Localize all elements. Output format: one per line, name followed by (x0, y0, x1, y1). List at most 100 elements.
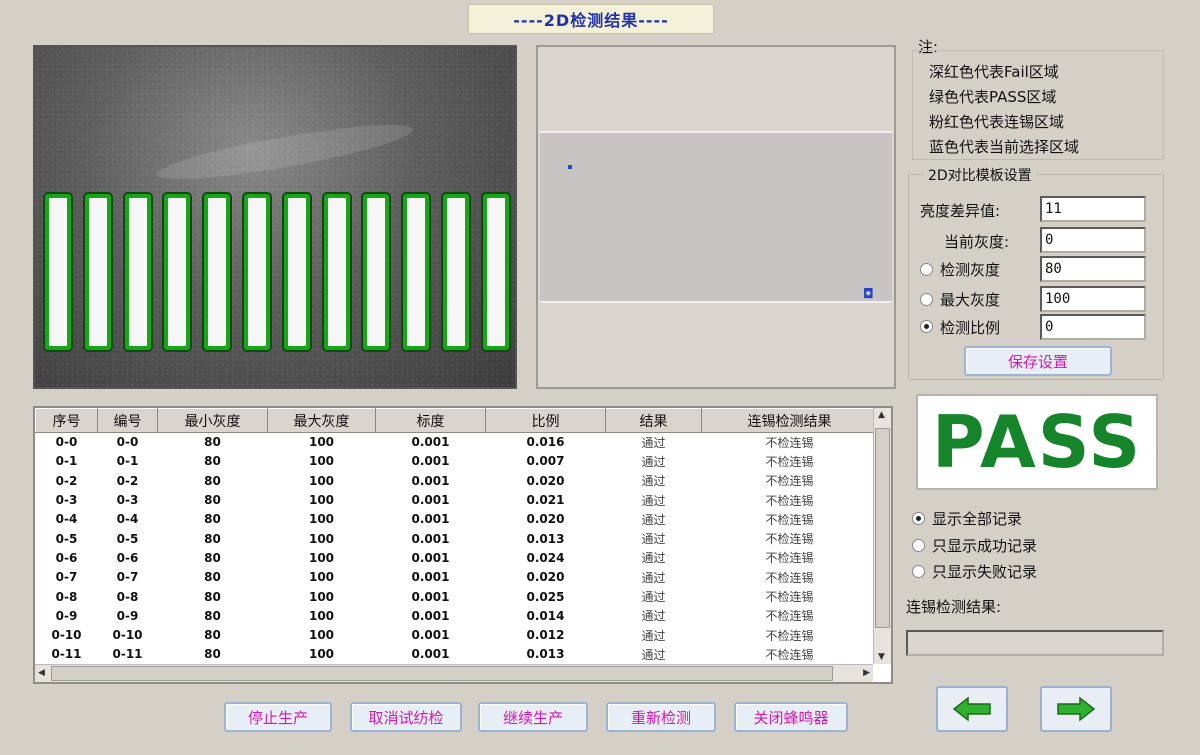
col-header-index[interactable]: 序号 (35, 408, 98, 433)
save-settings-button[interactable]: 保存设置 (964, 346, 1112, 376)
table-row[interactable]: 0-7 0-7 80 100 0.001 0.020 通过 不检连锡 (36, 568, 878, 587)
table-cell: 100 (308, 531, 335, 546)
table-cell: 0-3 (55, 493, 78, 508)
col-header-ratio[interactable]: 比例 (485, 408, 606, 433)
table-cell: 不检连锡 (765, 512, 814, 527)
brightness-diff-input[interactable]: 11 (1040, 196, 1146, 222)
detected-slot (244, 194, 270, 350)
table-row[interactable]: 0-1 0-1 80 100 0.001 0.007 通过 不检连锡 (36, 452, 878, 471)
table-row[interactable]: 0-2 0-2 80 100 0.001 0.020 通过 不检连锡 (36, 471, 878, 490)
table-row[interactable]: 0-8 0-8 80 100 0.001 0.025 通过 不检连锡 (36, 587, 878, 606)
table-cell: 0.013 (526, 531, 565, 546)
prev-button[interactable] (936, 686, 1008, 732)
table-row[interactable]: 0-4 0-4 80 100 0.001 0.020 通过 不检连锡 (36, 510, 878, 529)
scroll-left-icon[interactable]: ◀ (38, 668, 45, 678)
table-cell: 0-1 (55, 454, 78, 469)
table-vertical-scrollbar[interactable]: ▲ ▼ (873, 408, 891, 664)
show-all-radio[interactable] (912, 512, 925, 525)
threshold-gray-label: 当前灰度: (944, 233, 1010, 251)
table-cell: 不检连锡 (765, 647, 814, 662)
table-row[interactable]: 0-9 0-9 80 100 0.001 0.014 通过 不检连锡 (36, 606, 878, 625)
show-success-label[interactable]: 只显示成功记录 (932, 535, 1037, 556)
scroll-down-icon[interactable]: ▼ (878, 652, 885, 662)
col-header-min-gray[interactable]: 最小灰度 (157, 408, 268, 433)
table-cell: 0.020 (526, 570, 565, 585)
notes-box: 深红色代表Fail区域 绿色代表PASS区域 粉红色代表连锡区域 蓝色代表当前选… (912, 50, 1164, 160)
stop-production-button[interactable]: 停止生产 (224, 702, 332, 732)
table-row[interactable]: 0-0 0-0 80 100 0.001 0.016 通过 不检连锡 (36, 433, 878, 452)
table-cell: 通过 (641, 609, 666, 624)
table-cell: 80 (204, 435, 221, 450)
table-cell: 0-5 (116, 531, 139, 546)
detected-slot (283, 194, 310, 350)
detect-ratio-radio[interactable] (920, 320, 933, 333)
horizontal-scroll-thumb[interactable] (51, 666, 833, 681)
table-cell: 100 (308, 608, 335, 623)
table-cell: 通过 (641, 435, 666, 450)
continue-production-button[interactable]: 继续生产 (478, 702, 588, 732)
table-cell: 通过 (641, 474, 666, 489)
table-cell: 0.016 (526, 435, 565, 450)
max-gray-radio[interactable] (920, 293, 933, 306)
profile-marker-icon: ◘ (863, 287, 874, 302)
detected-slot (84, 194, 111, 350)
detect-gray-radio[interactable] (920, 263, 933, 276)
table-row[interactable]: 0-11 0-11 80 100 0.001 0.013 通过 不检连锡 (36, 645, 878, 664)
detect-gray-input[interactable]: 80 (1040, 256, 1146, 282)
table-cell: 80 (204, 493, 221, 508)
table-cell: 通过 (641, 628, 666, 643)
table-horizontal-scrollbar[interactable]: ◀ ▶ (35, 664, 873, 682)
review-result-field (906, 630, 1164, 656)
threshold-gray-input[interactable]: 0 (1040, 227, 1146, 253)
detected-slot (403, 194, 430, 350)
detected-slot (164, 194, 191, 350)
table-cell: 100 (308, 647, 335, 662)
table-cell: 通过 (641, 493, 666, 508)
table-cell: 0.001 (411, 454, 450, 469)
next-button[interactable] (1040, 686, 1112, 732)
cancel-test-button[interactable]: 取消试纺检 (350, 702, 462, 732)
show-fail-label[interactable]: 只显示失败记录 (932, 561, 1037, 582)
col-header-result[interactable]: 结果 (605, 408, 702, 433)
table-cell: 0-7 (55, 570, 78, 585)
show-all-label[interactable]: 显示全部记录 (932, 508, 1022, 529)
table-cell: 80 (204, 570, 221, 585)
table-cell: 0-9 (116, 608, 139, 623)
note-line-fail: 深红色代表Fail区域 (929, 63, 1059, 81)
table-cell: 0.001 (411, 473, 450, 488)
table-cell: 80 (204, 473, 221, 488)
table-cell: 通过 (641, 590, 666, 605)
close-buzzer-button[interactable]: 关闭蜂鸣器 (734, 702, 848, 732)
table-cell: 100 (308, 473, 335, 488)
table-row[interactable]: 0-6 0-6 80 100 0.001 0.024 通过 不检连锡 (36, 548, 878, 567)
table-cell: 100 (308, 628, 335, 643)
vertical-scroll-thumb[interactable] (875, 428, 890, 628)
table-row[interactable]: 0-3 0-3 80 100 0.001 0.021 通过 不检连锡 (36, 490, 878, 509)
table-cell: 0.001 (411, 435, 450, 450)
table-cell: 通过 (641, 512, 666, 527)
col-header-max-gray[interactable]: 最大灰度 (267, 408, 376, 433)
max-gray-input[interactable]: 100 (1040, 286, 1146, 312)
detected-slot (363, 194, 390, 350)
arrow-left-icon (952, 696, 991, 722)
table-row[interactable]: 0-5 0-5 80 100 0.001 0.013 通过 不检连锡 (36, 529, 878, 548)
col-header-id[interactable]: 编号 (97, 408, 158, 433)
table-cell: 80 (204, 531, 221, 546)
col-header-scale[interactable]: 标度 (375, 408, 486, 433)
scroll-up-icon[interactable]: ▲ (878, 410, 885, 420)
table-cell: 0-3 (116, 493, 139, 508)
show-success-radio[interactable] (912, 539, 925, 552)
table-cell: 0-10 (112, 628, 143, 643)
detect-ratio-input[interactable]: 0 (1040, 314, 1146, 340)
table-cell: 0.001 (411, 628, 450, 643)
table-cell: 0.020 (526, 512, 565, 527)
scroll-right-icon[interactable]: ▶ (863, 668, 870, 678)
show-fail-radio[interactable] (912, 565, 925, 578)
table-cell: 不检连锡 (765, 435, 814, 450)
redetect-button[interactable]: 重新检测 (606, 702, 716, 732)
col-header-bridge-result[interactable]: 连锡检测结果 (701, 408, 878, 433)
table-row[interactable]: 0-10 0-10 80 100 0.001 0.012 通过 不检连锡 (36, 625, 878, 644)
table-cell: 0.013 (526, 647, 565, 662)
table-cell: 0-2 (55, 473, 78, 488)
table-cell: 0-4 (55, 512, 78, 527)
